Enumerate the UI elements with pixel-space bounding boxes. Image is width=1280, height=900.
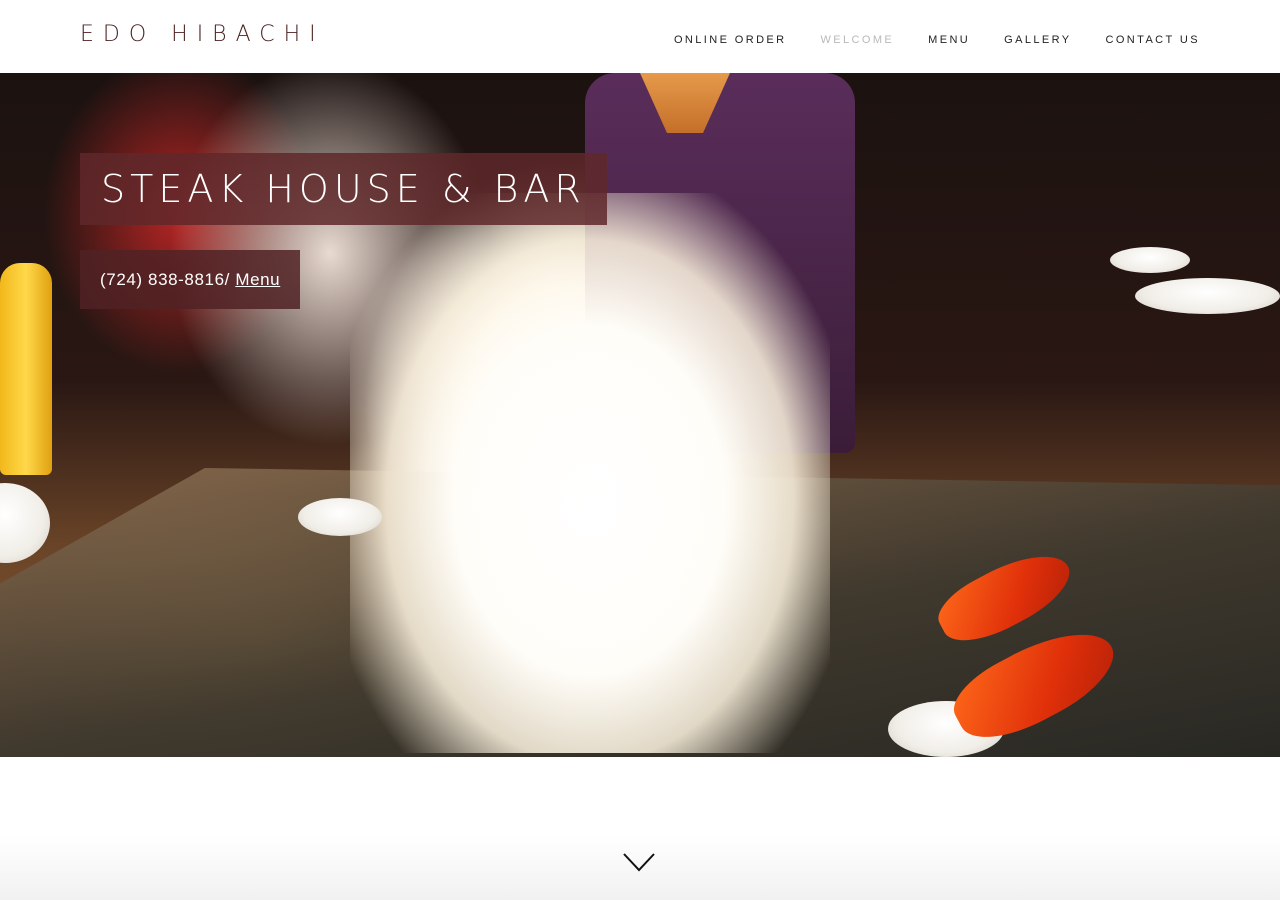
nav-gallery[interactable]: GALLERY [1004,34,1071,46]
nav-contact-us[interactable]: CONTACT US [1106,34,1201,46]
plate [0,483,50,563]
nav-menu[interactable]: MENU [928,34,970,46]
site-header: EDO HIBACHI ONLINE ORDER WELCOME MENU GA… [0,0,1280,73]
phone-number: (724) 838-8816/ [100,269,230,289]
hero-title-box: STEAK HOUSE & BAR [80,153,607,225]
hero-phone-box: (724) 838-8816/ Menu [80,250,301,309]
nav-online-order[interactable]: ONLINE ORDER [674,34,787,46]
plate [1110,247,1190,273]
plate [1135,278,1280,314]
sauce-bottle [0,263,52,475]
site-logo[interactable]: EDO HIBACHI [80,22,325,47]
hero-menu-link[interactable]: Menu [235,270,280,290]
nav-welcome[interactable]: WELCOME [821,34,895,46]
flame-burst [350,193,830,753]
plate [298,498,382,536]
chevron-down-icon[interactable] [622,850,656,874]
hero-title: STEAK HOUSE & BAR [101,167,586,211]
content-area [0,757,1280,900]
